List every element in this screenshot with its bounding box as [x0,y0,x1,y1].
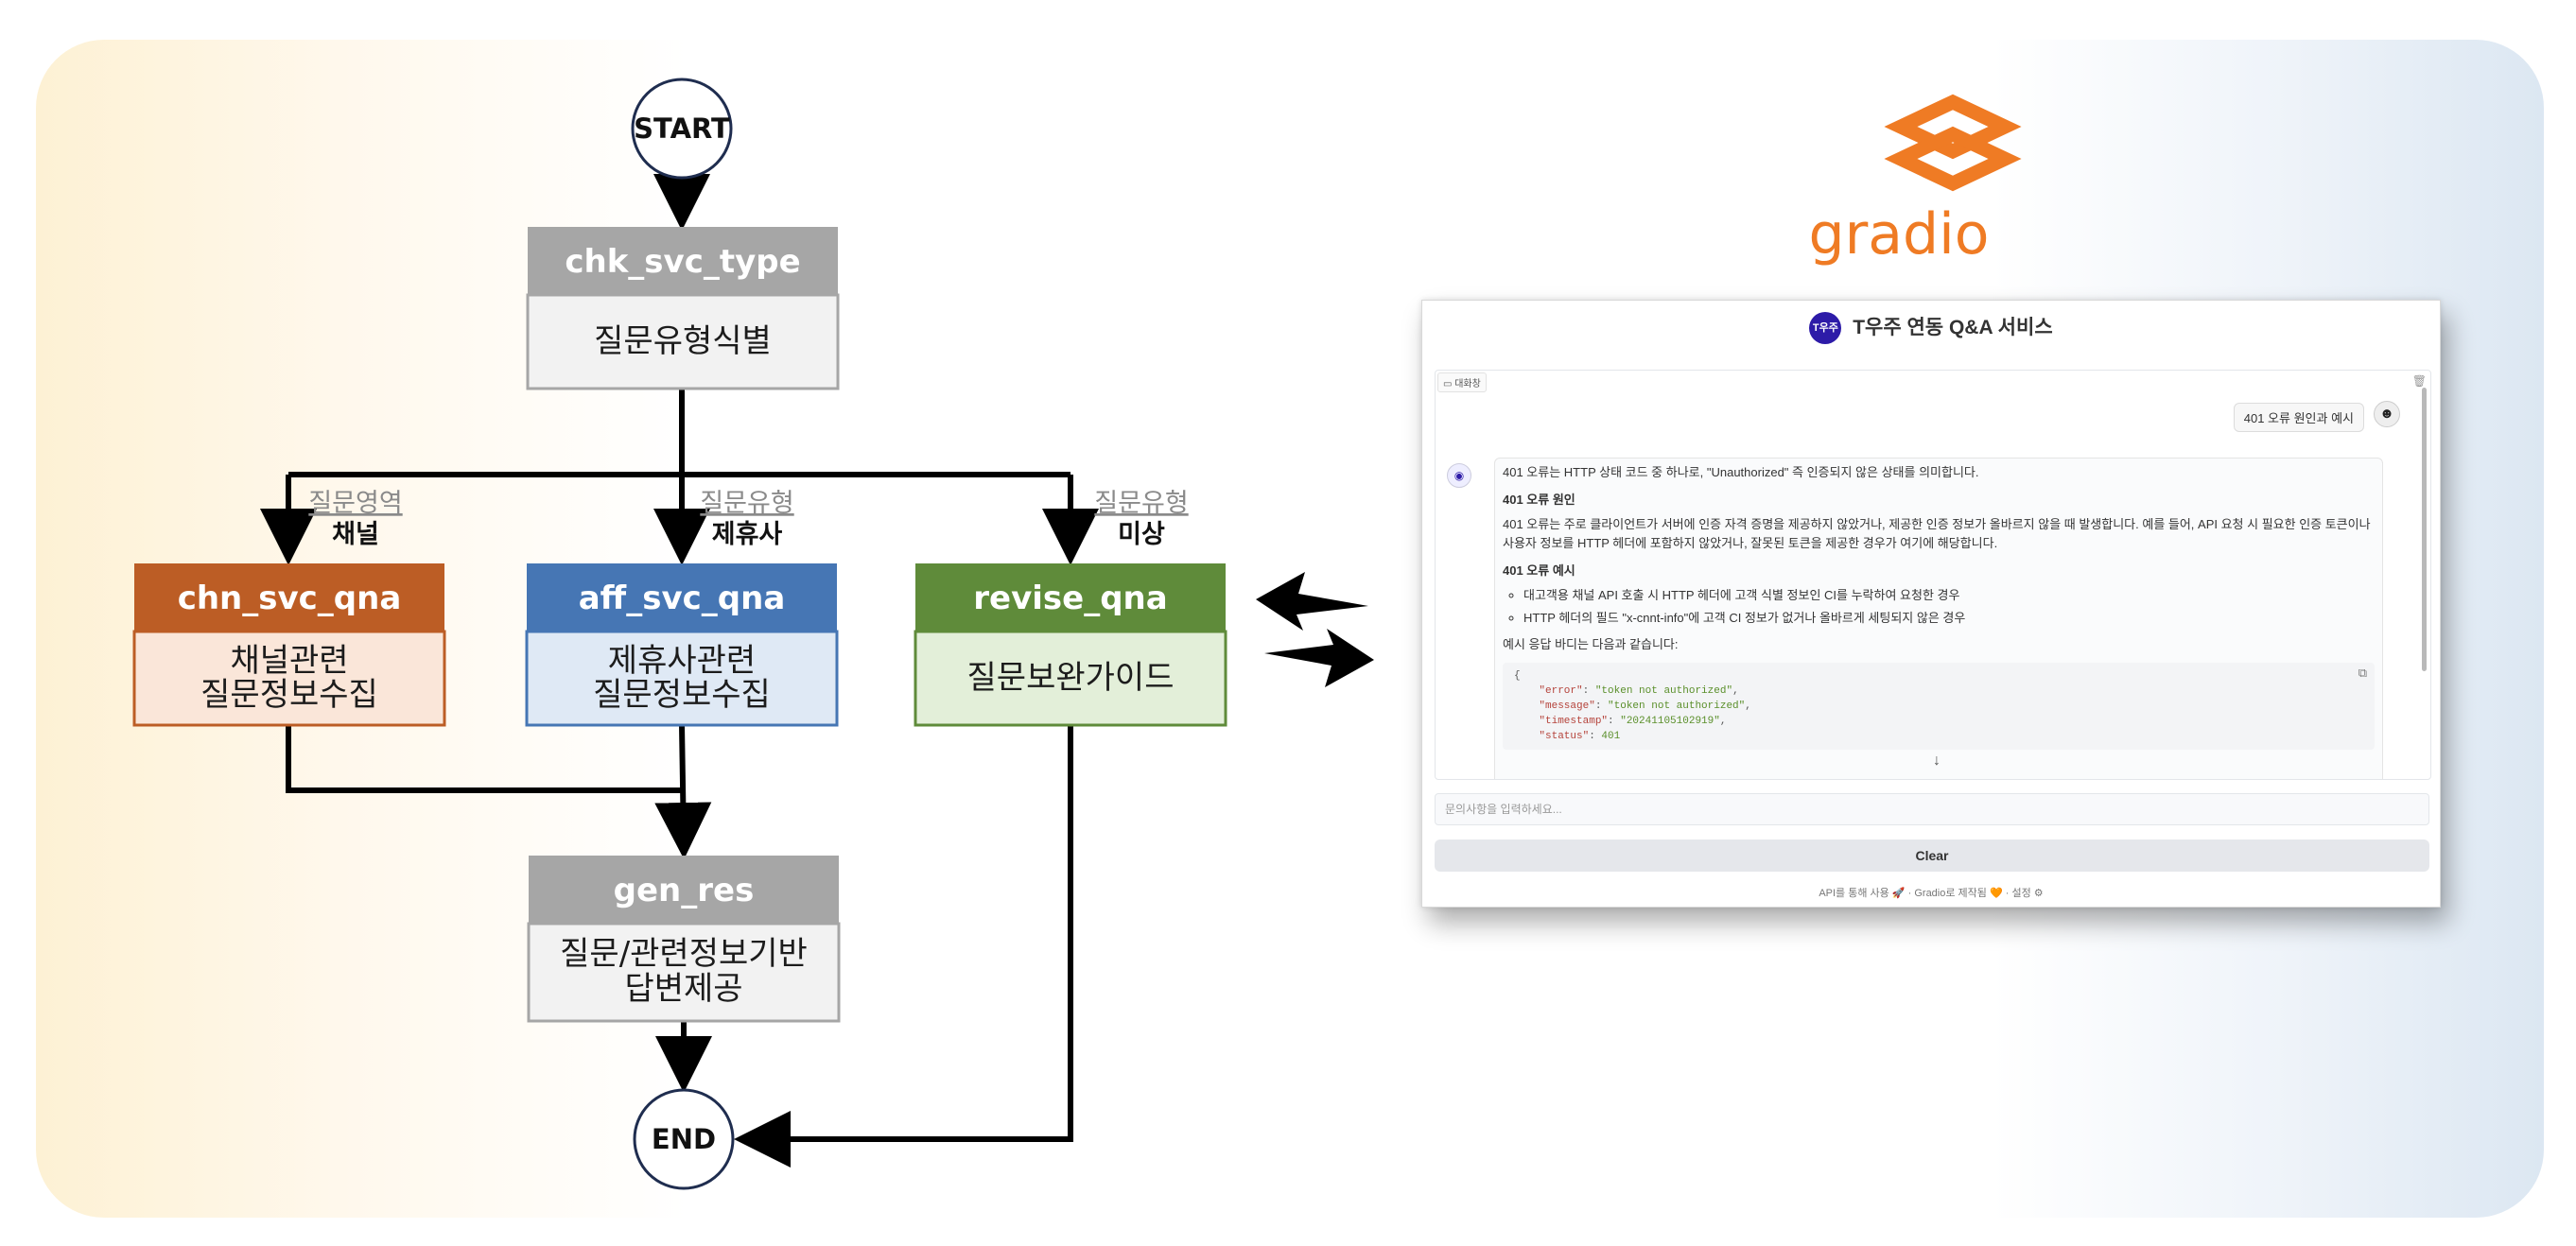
copy-icon[interactable]: ⧉ [2358,666,2367,682]
gradio-logo-icon [1884,94,2022,192]
node-aff-body-line1: 제휴사관련 [608,642,756,680]
node-chk-title: chk_svc_type [565,243,800,281]
exchange-arrows-icon [1256,572,1374,687]
node-chn-svc-qna: chn_svc_qna 채널관련 질문정보수집 [132,563,446,727]
start-label: START [634,112,730,145]
node-chn-body-line2: 질문정보수집 [200,676,378,714]
chatbot-panel[interactable]: ▭ 대화창 🗑 401 오류 원인과 예시 ☻ ◉ 401 오류는 HTTP 상… [1435,370,2431,780]
code-value: "token not authorized" [1594,685,1733,697]
code-key: "message" [1539,701,1595,712]
node-chn-title: chn_svc_qna [178,580,402,617]
end-label: END [652,1123,716,1155]
edge-label-aff-line1: 질문유형 [700,489,793,518]
user-message: 401 오류 원인과 예시 [2233,403,2364,432]
bot-message: 401 오류는 HTTP 상태 코드 중 하나로, "Unauthorized"… [1494,458,2383,779]
node-aff-body-line2: 질문정보수집 [593,676,771,714]
edge-labels: 질문영역 채널 질문유형 제휴사 질문유형 미상 [308,489,1188,549]
arrow-right-icon [1264,629,1374,687]
edge-label-rev-line1: 질문유형 [1094,489,1188,518]
chatbot-label-text: 대화창 [1454,379,1481,389]
node-gen-title: gen_res [614,872,755,909]
gradio-small-icon: 🧡 [1989,888,2003,899]
bot-paragraph-1: 401 오류는 HTTP 상태 코드 중 하나로, "Unauthorized"… [1503,465,1979,479]
built-with-gradio-link[interactable]: Gradio로 제작됨 [1914,888,1987,899]
use-via-api-link[interactable]: API를 통해 사용 [1819,888,1888,899]
scroll-down-arrow-icon[interactable]: ↓ [1933,753,1941,770]
start-node: START [631,78,733,180]
node-chk-svc-type: chk_svc_type 질문유형식별 [526,227,840,390]
code-line-error: "error": "token not authorized", [1539,685,1739,697]
list-item: HTTP 헤더의 필드 "x-cnnt-info"에 고객 CI 정보가 없거나… [1523,609,2375,628]
end-node: END [633,1088,735,1190]
code-value: "token not authorized" [1608,701,1746,712]
edge-aff-gen [654,724,712,859]
trash-icon[interactable]: 🗑 [2412,374,2427,388]
code-key: "error" [1539,685,1583,697]
bot-paragraph-2: 401 오류는 주로 클라이언트가 서버에 인증 자격 증명을 제공하지 않았거… [1503,517,2371,550]
footer-separator: · [1907,888,1912,899]
bot-heading-example: 401 오류 예시 [1503,563,1575,578]
code-key: "status" [1539,731,1590,742]
node-gen-body-line1: 질문/관련정보기반 [560,935,808,973]
code-line-message: "message": "token not authorized", [1539,701,1751,712]
node-rev-title: revise_qna [973,580,1167,617]
gradio-app-window: T우주 T우주 연동 Q&A 서비스 ▭ 대화창 🗑 401 오류 원인과 예시… [1421,300,2441,908]
edge-label-chn-line1: 질문영역 [308,489,402,518]
node-rev-body: 질문보완가이드 [967,659,1175,697]
bot-example-list: 대고객용 채널 API 호출 시 HTTP 헤더에 고객 식별 정보인 CI를 … [1503,586,2375,628]
message-input[interactable]: 문의사항을 입력하세요... [1435,793,2429,825]
gradio-wordmark: gradio [1809,201,1990,268]
node-revise-qna: revise_qna 질문보완가이드 [914,563,1227,727]
code-key: "timestamp" [1539,716,1609,727]
settings-link[interactable]: 설정 [2011,888,2030,899]
gradio-logo: gradio [1809,94,2022,268]
edge-label-chn-line2: 채널 [332,520,379,549]
tuniverse-logo-icon: T우주 [1809,312,1842,345]
node-gen-body-line2: 답변제공 [624,970,742,1008]
node-gen-res: gen_res 질문/관련정보기반 답변제공 [527,856,841,1023]
bot-paragraph-3: 예시 응답 바디는 다음과 같습니다: [1503,637,1679,651]
clear-button[interactable]: Clear [1435,839,2429,872]
node-aff-title: aff_svc_qna [579,580,786,617]
code-value: 401 [1601,731,1621,742]
user-avatar-icon: ☻ [2374,401,2400,427]
bot-avatar-icon: ◉ [1447,463,1471,488]
edge-chn-merge [286,725,682,793]
arrow-left-icon [1256,572,1368,631]
app-title: T우주 연동 Q&A 서비스 [1853,317,2053,338]
list-item: 대고객용 채널 API 호출 시 HTTP 헤더에 고객 식별 정보인 CI를 … [1523,586,2375,605]
bot-heading-cause: 401 오류 원인 [1503,493,1575,507]
code-line-status: "status": 401 [1539,731,1621,742]
footer-separator: · [2005,888,2010,899]
code-block: ⧉ { "error": "token not authorized", "me… [1503,663,2375,750]
code-line-open: { [1514,670,1521,682]
node-aff-svc-qna: aff_svc_qna 제휴사관련 질문정보수집 [525,563,839,727]
node-chn-body-line1: 채널관련 [230,642,348,680]
app-footer: API를 통해 사용 🚀 · Gradio로 제작됨 🧡 · 설정 ⚙ [1422,885,2440,900]
edge-label-rev-line2: 미상 [1118,520,1165,549]
edge-label-aff-line2: 제휴사 [712,520,783,549]
chat-scrollbar[interactable] [2422,388,2427,671]
gear-icon[interactable]: ⚙ [2034,888,2044,899]
app-header: T우주 T우주 연동 Q&A 서비스 [1422,312,2440,345]
code-value: "20241105102919" [1620,716,1720,727]
chatbot-label: ▭ 대화창 [1437,372,1487,392]
code-line-timestamp: "timestamp": "20241105102919", [1539,716,1727,727]
rocket-icon: 🚀 [1891,888,1906,899]
node-chk-body: 질문유형식별 [594,322,772,360]
